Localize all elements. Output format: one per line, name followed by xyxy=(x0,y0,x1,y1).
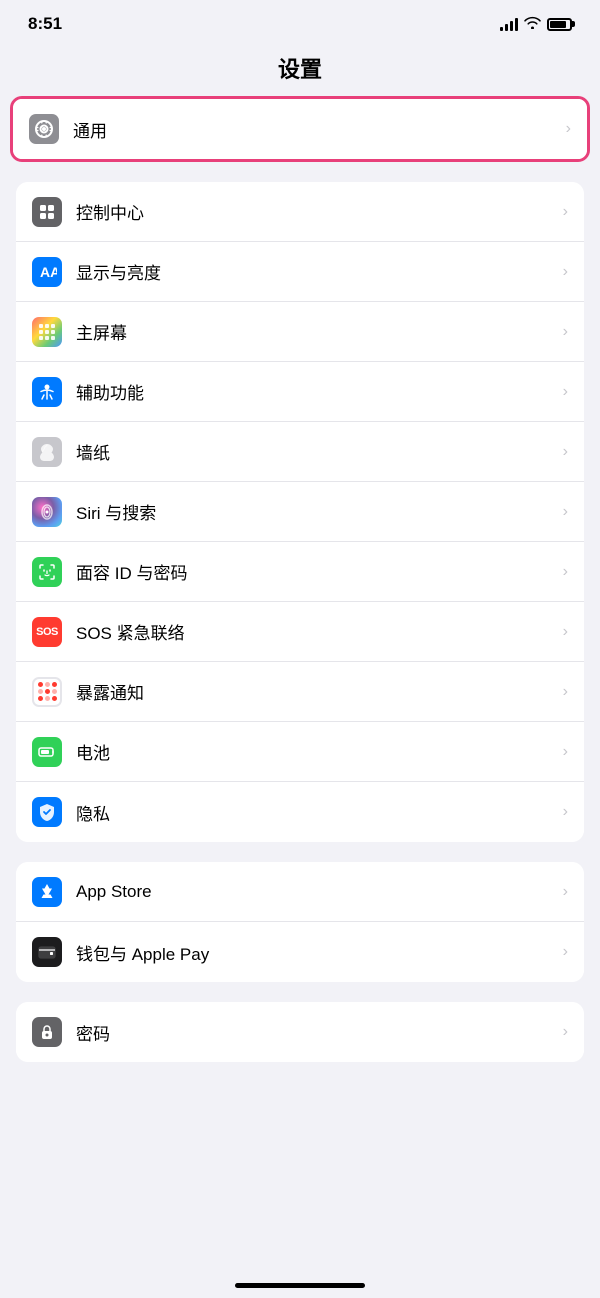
wallet-label: 钱包与 Apple Pay xyxy=(76,940,563,965)
sos-label: SOS 紧急联络 xyxy=(76,619,563,644)
password-label: 密码 xyxy=(76,1020,563,1045)
exposure-label: 暴露通知 xyxy=(76,679,563,704)
battery-chevron: › xyxy=(563,743,568,761)
wifi-icon xyxy=(524,16,541,32)
exposure-chevron: › xyxy=(563,683,568,701)
row-wallet[interactable]: 钱包与 Apple Pay › xyxy=(16,922,584,982)
row-display[interactable]: AA 显示与亮度 › xyxy=(16,242,584,302)
status-time: 8:51 xyxy=(28,14,62,34)
home-screen-chevron: › xyxy=(563,323,568,341)
siri-icon xyxy=(32,497,62,527)
battery-status-icon xyxy=(547,18,572,31)
page-title: 设置 xyxy=(0,42,600,96)
row-home-screen[interactable]: 主屏幕 › xyxy=(16,302,584,362)
exposure-icon xyxy=(32,677,62,707)
section-2: App Store › 钱包与 Apple Pay › xyxy=(16,862,584,982)
sos-chevron: › xyxy=(563,623,568,641)
section-1: 控制中心 › AA 显示与亮度 › 主屏幕 › xyxy=(16,182,584,842)
svg-text:AA: AA xyxy=(40,264,57,280)
privacy-label: 隐私 xyxy=(76,800,563,825)
display-icon: AA xyxy=(32,257,62,287)
sos-text: SOS xyxy=(36,626,58,638)
faceid-chevron: › xyxy=(563,563,568,581)
general-chevron: › xyxy=(566,120,571,138)
accessibility-chevron: › xyxy=(563,383,568,401)
row-sos[interactable]: SOS SOS 紧急联络 › xyxy=(16,602,584,662)
row-general[interactable]: 通用 › xyxy=(13,99,587,159)
appstore-label: App Store xyxy=(76,882,563,902)
row-faceid[interactable]: 面容 ID 与密码 › xyxy=(16,542,584,602)
control-center-icon xyxy=(32,197,62,227)
password-chevron: › xyxy=(563,1023,568,1041)
row-appstore[interactable]: App Store › xyxy=(16,862,584,922)
display-chevron: › xyxy=(563,263,568,281)
siri-chevron: › xyxy=(563,503,568,521)
home-bar xyxy=(235,1283,365,1288)
privacy-chevron: › xyxy=(563,803,568,821)
highlighted-section: 通用 › xyxy=(10,96,590,162)
display-label: 显示与亮度 xyxy=(76,259,563,284)
status-bar: 8:51 xyxy=(0,0,600,42)
section-3: 密码 › xyxy=(16,1002,584,1062)
row-password[interactable]: 密码 › xyxy=(16,1002,584,1062)
wallet-chevron: › xyxy=(563,943,568,961)
faceid-icon xyxy=(32,557,62,587)
password-icon xyxy=(32,1017,62,1047)
wallpaper-label: 墙纸 xyxy=(76,439,563,464)
privacy-icon xyxy=(32,797,62,827)
control-center-chevron: › xyxy=(563,203,568,221)
wallpaper-chevron: › xyxy=(563,443,568,461)
general-icon xyxy=(29,114,59,144)
faceid-label: 面容 ID 与密码 xyxy=(76,559,563,584)
row-battery[interactable]: 电池 › xyxy=(16,722,584,782)
wallet-icon xyxy=(32,937,62,967)
wallpaper-icon xyxy=(32,437,62,467)
row-exposure[interactable]: 暴露通知 › xyxy=(16,662,584,722)
row-accessibility[interactable]: 辅助功能 › xyxy=(16,362,584,422)
row-privacy[interactable]: 隐私 › xyxy=(16,782,584,842)
siri-label: Siri 与搜索 xyxy=(76,499,563,524)
home-screen-icon xyxy=(32,317,62,347)
status-icons xyxy=(500,16,572,32)
accessibility-label: 辅助功能 xyxy=(76,379,563,404)
sos-icon: SOS xyxy=(32,617,62,647)
row-wallpaper[interactable]: 墙纸 › xyxy=(16,422,584,482)
appstore-icon xyxy=(32,877,62,907)
control-center-label: 控制中心 xyxy=(76,199,563,224)
home-screen-label: 主屏幕 xyxy=(76,319,563,344)
signal-icon xyxy=(500,17,518,31)
row-siri[interactable]: Siri 与搜索 › xyxy=(16,482,584,542)
row-control-center[interactable]: 控制中心 › xyxy=(16,182,584,242)
battery-label: 电池 xyxy=(76,739,563,764)
accessibility-icon xyxy=(32,377,62,407)
appstore-chevron: › xyxy=(563,883,568,901)
general-label: 通用 xyxy=(73,117,566,142)
battery-icon xyxy=(32,737,62,767)
exposure-dot-grid xyxy=(38,682,57,701)
